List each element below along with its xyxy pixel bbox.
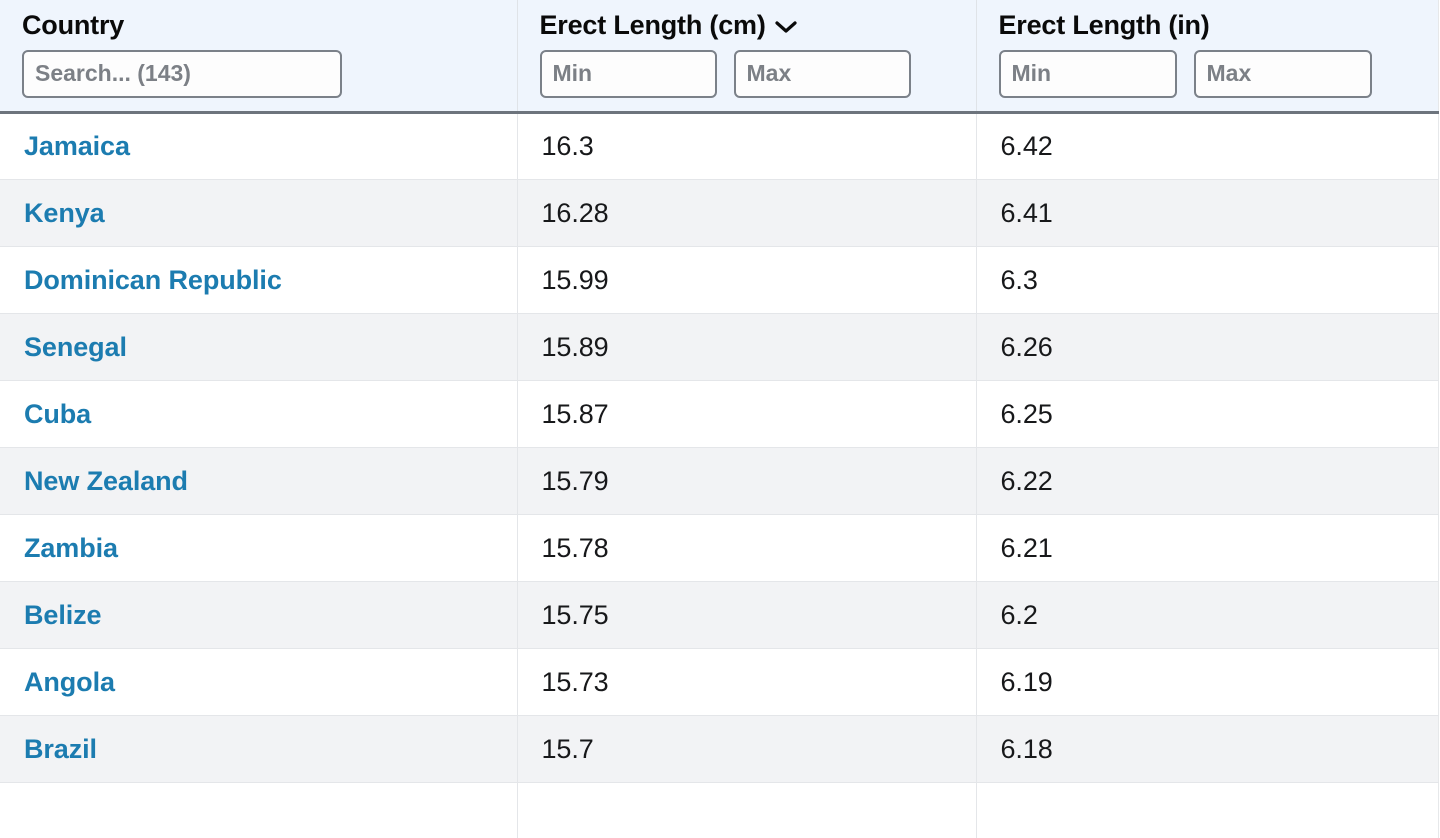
- header-row: Country Erect Length (cm): [0, 0, 1439, 115]
- table-row[interactable]: Brazil 15.7 6.18: [0, 715, 1439, 784]
- value-in: 6.25: [1000, 398, 1053, 429]
- cell-in: 6.26: [976, 313, 1439, 382]
- cell-in: 6.3: [976, 246, 1439, 315]
- country-link[interactable]: Kenya: [24, 198, 105, 228]
- value-cm: 16.3: [541, 131, 594, 162]
- cell-country: Angola: [0, 648, 518, 717]
- cell-cm: 15.79: [517, 447, 977, 516]
- table-body: Jamaica 16.3 6.42 Kenya 16.28 6.41 Domin…: [0, 112, 1439, 838]
- country-filter-row: [22, 50, 517, 99]
- cell-in: 6.19: [976, 648, 1439, 717]
- country-link[interactable]: Cuba: [24, 399, 91, 429]
- chevron-down-icon[interactable]: [775, 16, 797, 38]
- cell-cm: 15.75: [517, 581, 977, 650]
- value-cm: 15.79: [541, 465, 609, 496]
- cell-in: 6.22: [976, 447, 1439, 516]
- value-cm: 16.28: [541, 197, 609, 228]
- cell-country: Belize: [0, 581, 518, 650]
- table-row[interactable]: Senegal 15.89 6.26: [0, 313, 1439, 382]
- column-header-erect-length-cm[interactable]: Erect Length (cm): [517, 0, 977, 115]
- column-title-erect-length-in[interactable]: Erect Length (in): [998, 10, 1438, 40]
- table-row[interactable]: Dominican Republic 15.99 6.3: [0, 246, 1439, 315]
- cell-cm: [517, 782, 977, 838]
- country-link[interactable]: Senegal: [24, 332, 127, 362]
- cell-country: Brazil: [0, 715, 518, 784]
- cell-cm: 16.3: [517, 112, 977, 181]
- cm-filter-row: [539, 50, 976, 99]
- table-container: Country Erect Length (cm): [0, 0, 1440, 838]
- country-link[interactable]: Dominican Republic: [24, 265, 282, 295]
- cm-min-input[interactable]: [539, 50, 717, 99]
- cell-cm: 15.89: [517, 313, 977, 382]
- country-link[interactable]: Zambia: [24, 533, 118, 563]
- column-title-country[interactable]: Country: [22, 10, 517, 40]
- cell-country: Jamaica: [0, 112, 518, 181]
- table-row[interactable]: Jamaica 16.3 6.42: [0, 112, 1439, 181]
- table-row[interactable]: Kenya 16.28 6.41: [0, 179, 1439, 248]
- country-link[interactable]: Belize: [24, 600, 102, 630]
- value-in: 6.41: [1000, 197, 1053, 228]
- value-cm: 15.78: [541, 532, 609, 563]
- cell-country: Cuba: [0, 380, 518, 449]
- cell-cm: 15.73: [517, 648, 977, 717]
- cell-in: 6.25: [976, 380, 1439, 449]
- country-link[interactable]: Jamaica: [24, 131, 130, 161]
- cell-in: 6.21: [976, 514, 1439, 583]
- country-link[interactable]: Angola: [24, 667, 115, 697]
- column-label-erect-length-in: Erect Length (in): [998, 10, 1210, 40]
- cell-in: 6.18: [976, 715, 1439, 784]
- search-input[interactable]: [22, 50, 342, 99]
- value-in: 6.2: [1000, 599, 1038, 630]
- table-header: Country Erect Length (cm): [0, 0, 1439, 115]
- table-row[interactable]: Belize 15.75 6.2: [0, 581, 1439, 650]
- cell-cm: 15.99: [517, 246, 977, 315]
- column-header-erect-length-in[interactable]: Erect Length (in): [976, 0, 1439, 115]
- in-filter-row: [998, 50, 1438, 99]
- cell-in: 6.2: [976, 581, 1439, 650]
- table-row[interactable]: Angola 15.73 6.19: [0, 648, 1439, 717]
- value-cm: 15.75: [541, 599, 609, 630]
- table-row[interactable]: New Zealand 15.79 6.22: [0, 447, 1439, 516]
- value-cm: 15.89: [541, 331, 609, 362]
- value-cm: 15.87: [541, 398, 609, 429]
- value-cm: 15.99: [541, 264, 609, 295]
- cell-country: Kenya: [0, 179, 518, 248]
- cell-in: 6.41: [976, 179, 1439, 248]
- cell-in: [976, 782, 1439, 838]
- cell-cm: 16.28: [517, 179, 977, 248]
- column-header-country[interactable]: Country: [0, 0, 518, 115]
- table-row[interactable]: [0, 782, 1439, 838]
- value-in: 6.26: [1000, 331, 1053, 362]
- column-label-country: Country: [22, 10, 125, 40]
- in-max-input[interactable]: [1193, 50, 1372, 99]
- table-row[interactable]: Cuba 15.87 6.25: [0, 380, 1439, 449]
- value-in: 6.42: [1000, 131, 1053, 162]
- column-label-erect-length-cm: Erect Length (cm): [539, 10, 766, 40]
- country-length-table: Country Erect Length (cm): [0, 0, 1439, 838]
- country-link[interactable]: New Zealand: [24, 466, 188, 496]
- cell-country: [0, 782, 518, 838]
- value-in: 6.3: [1000, 264, 1038, 295]
- column-title-erect-length-cm[interactable]: Erect Length (cm): [540, 11, 976, 39]
- value-in: 6.19: [1000, 666, 1053, 697]
- cell-country: Zambia: [0, 514, 518, 583]
- value-cm: 15.7: [541, 733, 594, 764]
- cm-max-input[interactable]: [733, 50, 911, 99]
- value-in: 6.22: [1000, 465, 1053, 496]
- cell-in: 6.42: [976, 112, 1439, 181]
- table-row[interactable]: Zambia 15.78 6.21: [0, 514, 1439, 583]
- cell-country: New Zealand: [0, 447, 518, 516]
- cell-country: Dominican Republic: [0, 246, 518, 315]
- country-link[interactable]: Brazil: [24, 734, 97, 764]
- cell-country: Senegal: [0, 313, 518, 382]
- cell-cm: 15.7: [517, 715, 977, 784]
- value-in: 6.21: [1000, 532, 1053, 563]
- value-in: 6.18: [1000, 733, 1053, 764]
- value-cm: 15.73: [541, 666, 609, 697]
- cell-cm: 15.87: [517, 380, 977, 449]
- in-min-input[interactable]: [998, 50, 1177, 99]
- cell-cm: 15.78: [517, 514, 977, 583]
